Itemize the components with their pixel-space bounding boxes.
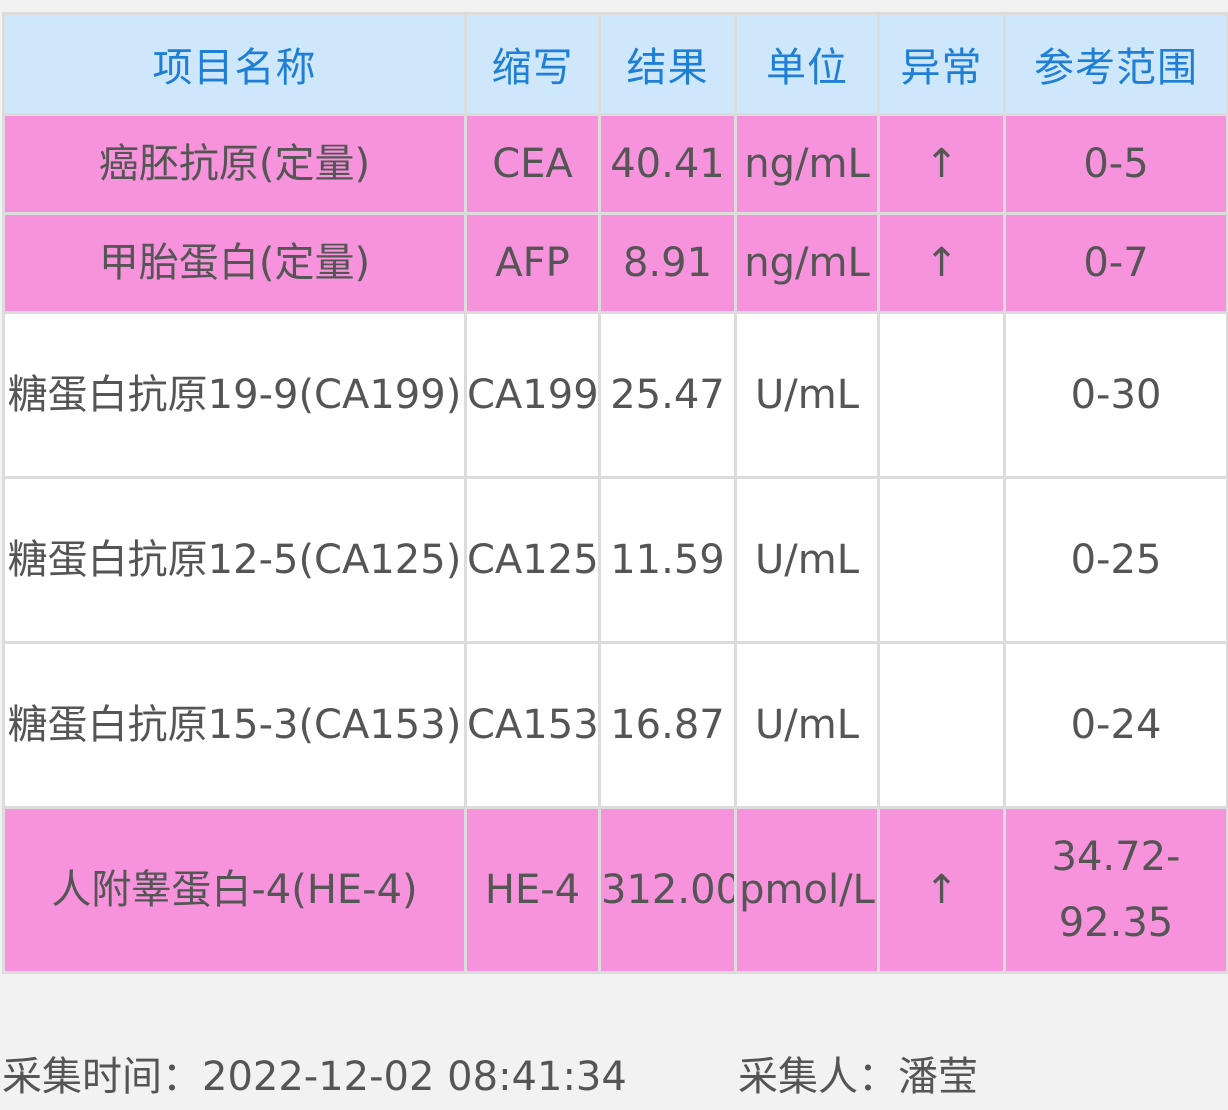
row-range: 34.72-92.35 bbox=[1003, 806, 1228, 974]
row-unit: U/mL bbox=[734, 311, 880, 479]
collector-name: 采集人：潘莹 bbox=[738, 1054, 978, 1100]
row-range: 0-5 bbox=[1003, 113, 1228, 215]
row-unit: pmol/L bbox=[734, 806, 880, 974]
row-range: 0-24 bbox=[1003, 641, 1228, 809]
table-row-ca199: 糖蛋白抗原19-9(CA199) CA199 25.47 U/mL 0-30 bbox=[2, 311, 1228, 479]
row-unit: ng/mL bbox=[734, 212, 880, 314]
arrow-up-icon: ↑ bbox=[877, 806, 1006, 974]
collect-time: 采集时间：2022-12-02 08:41:34 bbox=[2, 1054, 627, 1100]
row-result: 312.00 bbox=[598, 806, 737, 974]
row-range: 0-30 bbox=[1003, 311, 1228, 479]
row-flag bbox=[877, 641, 1006, 809]
row-unit: ng/mL bbox=[734, 113, 880, 215]
table-row-ca125: 糖蛋白抗原12-5(CA125) CA125 11.59 U/mL 0-25 bbox=[2, 476, 1228, 644]
header-abnormal: 异常 bbox=[877, 12, 1006, 116]
row-range: 0-25 bbox=[1003, 476, 1228, 644]
row-range: 0-7 bbox=[1003, 212, 1228, 314]
row-name: 人附睾蛋白-4(HE-4) bbox=[2, 806, 467, 974]
row-flag bbox=[877, 311, 1006, 479]
row-abbr: CA125 bbox=[464, 476, 601, 644]
table-header-row: 项目名称 缩写 结果 单位 异常 参考范围 bbox=[2, 12, 1228, 116]
header-name: 项目名称 bbox=[2, 12, 467, 116]
row-name: 糖蛋白抗原12-5(CA125) bbox=[2, 476, 467, 644]
row-abbr: CA153 bbox=[464, 641, 601, 809]
row-result: 8.91 bbox=[598, 212, 737, 314]
tumor-marker-table: 项目名称 缩写 结果 单位 异常 参考范围 癌胚抗原(定量) CEA 40.41… bbox=[2, 12, 1228, 974]
row-abbr: CA199 bbox=[464, 311, 601, 479]
row-unit: U/mL bbox=[734, 476, 880, 644]
table-row-ca153: 糖蛋白抗原15-3(CA153) CA153 16.87 U/mL 0-24 bbox=[2, 641, 1228, 809]
header-result: 结果 bbox=[598, 12, 737, 116]
row-abbr: AFP bbox=[464, 212, 601, 314]
collection-info: 采集时间：2022-12-02 08:41:34 采集人：潘莹 bbox=[0, 1044, 1228, 1104]
row-result: 16.87 bbox=[598, 641, 737, 809]
row-abbr: CEA bbox=[464, 113, 601, 215]
row-name: 癌胚抗原(定量) bbox=[2, 113, 467, 215]
arrow-up-icon: ↑ bbox=[877, 212, 1006, 314]
row-name: 甲胎蛋白(定量) bbox=[2, 212, 467, 314]
row-result: 25.47 bbox=[598, 311, 737, 479]
row-result: 40.41 bbox=[598, 113, 737, 215]
header-abbr: 缩写 bbox=[464, 12, 601, 116]
table-row-afp: 甲胎蛋白(定量) AFP 8.91 ng/mL ↑ 0-7 bbox=[2, 212, 1228, 314]
row-name: 糖蛋白抗原15-3(CA153) bbox=[2, 641, 467, 809]
header-range: 参考范围 bbox=[1003, 12, 1228, 116]
row-flag bbox=[877, 476, 1006, 644]
row-name: 糖蛋白抗原19-9(CA199) bbox=[2, 311, 467, 479]
table-row-cea: 癌胚抗原(定量) CEA 40.41 ng/mL ↑ 0-5 bbox=[2, 113, 1228, 215]
row-abbr: HE-4 bbox=[464, 806, 601, 974]
arrow-up-icon: ↑ bbox=[877, 113, 1006, 215]
row-result: 11.59 bbox=[598, 476, 737, 644]
row-unit: U/mL bbox=[734, 641, 880, 809]
report-page: 项目名称 缩写 结果 单位 异常 参考范围 癌胚抗原(定量) CEA 40.41… bbox=[0, 0, 1228, 1110]
header-unit: 单位 bbox=[734, 12, 880, 116]
table-row-he4: 人附睾蛋白-4(HE-4) HE-4 312.00 pmol/L ↑ 34.72… bbox=[2, 806, 1228, 974]
